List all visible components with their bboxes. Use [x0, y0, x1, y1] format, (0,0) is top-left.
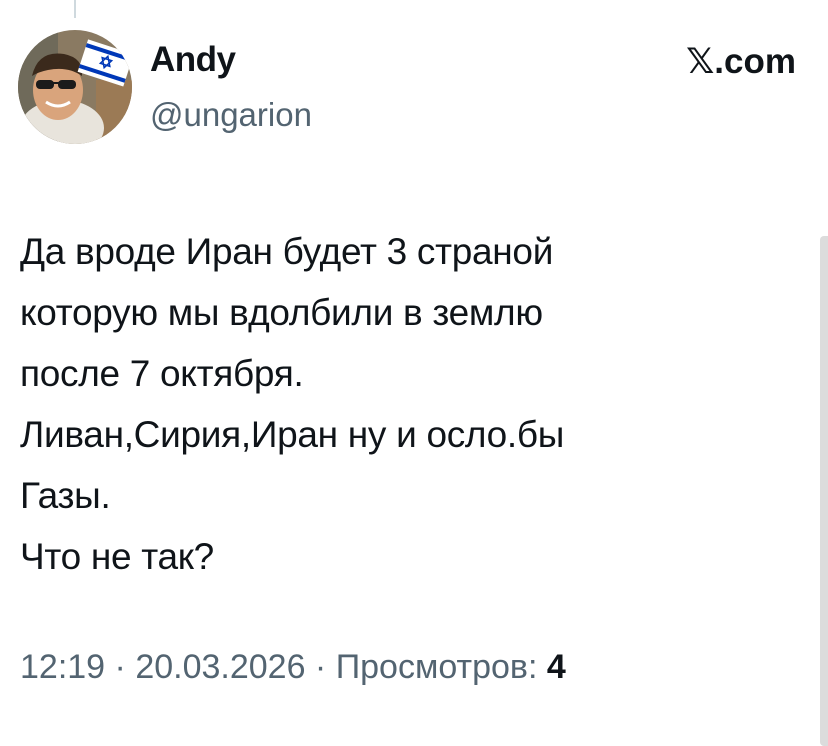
tweet-time[interactable]: 12:19 — [20, 648, 105, 686]
tweet-text: Да вроде Иран будет 3 страной которую мы… — [20, 221, 760, 587]
tweet-metadata: 12:19 · 20.03.2026 · Просмотров: 4 — [20, 648, 566, 687]
tweet-text-line: после 7 октября. — [20, 353, 304, 394]
meta-separator: · — [105, 648, 136, 686]
tweet-text-line: Газы. — [20, 475, 111, 516]
views-count: 4 — [546, 648, 566, 686]
thread-connector-line — [74, 0, 76, 18]
scrollbar[interactable] — [820, 236, 828, 746]
tweet-text-line: Да вроде Иран будет 3 страной — [20, 231, 554, 272]
tweet-date[interactable]: 20.03.2026 — [135, 648, 305, 686]
views-label: Просмотров: — [335, 648, 547, 686]
tweet-text-line: Ливан,Сирия,Иран ну и осло.бы — [20, 414, 565, 455]
avatar-image — [18, 30, 132, 144]
meta-separator: · — [305, 648, 336, 686]
tweet-text-line: Что не так? — [20, 536, 214, 577]
author-handle[interactable]: @ungarion — [150, 96, 312, 134]
tweet-text-line: которую мы вдолбили в землю — [20, 292, 543, 333]
avatar[interactable] — [18, 30, 132, 144]
x-brand-logo: 𝕏.com — [686, 42, 796, 81]
author-display-name[interactable]: Andy — [150, 40, 236, 80]
